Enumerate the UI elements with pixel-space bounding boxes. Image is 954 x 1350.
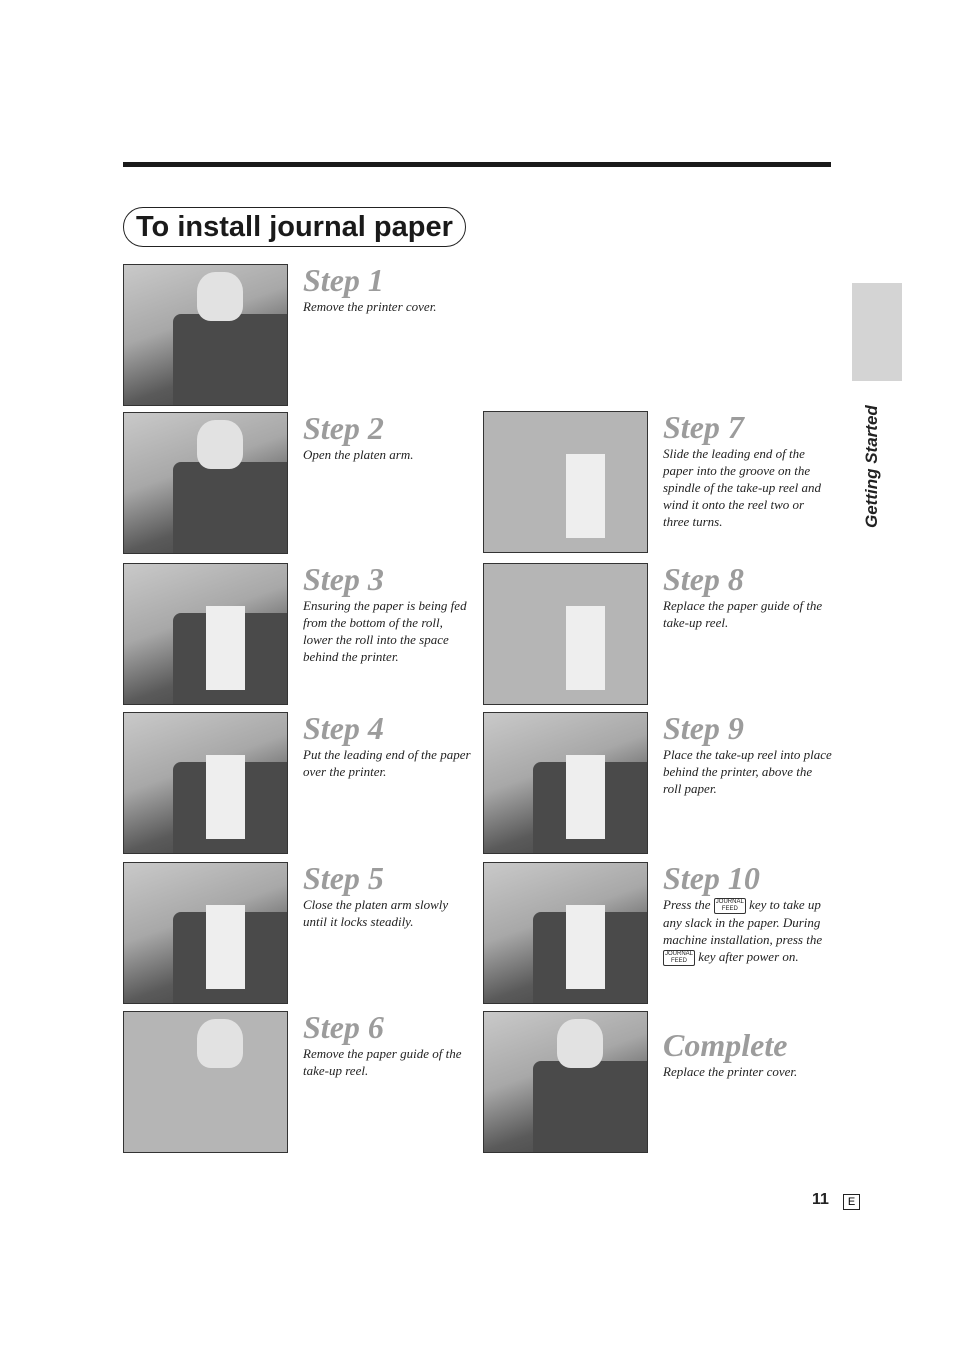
journal-feed-key-icon: JOURNAL FEED — [713, 898, 746, 915]
step-description: Place the take-up reel into place behind… — [663, 747, 832, 796]
step-7-photo — [483, 411, 648, 553]
step-8-photo — [483, 563, 648, 705]
step-description: Slide the leading end of the paper into … — [663, 446, 822, 529]
step-title: Step 1 — [303, 262, 384, 298]
journal-feed-key-icon: JOURNAL FEED — [663, 950, 696, 967]
step-description: Replace the printer cover. — [663, 1064, 798, 1079]
step-2: Step 2 Open the platen arm. — [123, 410, 483, 554]
step-9: Step 9 Place the take-up reel into place… — [483, 710, 843, 854]
step-title: Step 4 — [303, 710, 384, 746]
step-9-photo — [483, 712, 648, 854]
step-description: Press the JOURNAL FEED key to take up any… — [663, 897, 823, 967]
step-description: Remove the printer cover. — [303, 299, 437, 314]
step-4-photo — [123, 712, 288, 854]
step-title: Step 10 — [663, 860, 760, 896]
page-number: 11 — [812, 1191, 829, 1208]
step-title: Step 3 — [303, 561, 384, 597]
step-2-photo — [123, 412, 288, 554]
step-title: Step 5 — [303, 860, 384, 896]
step-description: Put the leading end of the paper over th… — [303, 747, 471, 779]
step-1-photo — [123, 264, 288, 406]
step-description: Replace the paper guide of the take-up r… — [663, 598, 823, 630]
step-title: Step 6 — [303, 1009, 384, 1045]
step-title: Step 8 — [663, 561, 744, 597]
section-tab — [852, 283, 902, 381]
step-title: Complete — [663, 1027, 788, 1063]
step-6: Step 6 Remove the paper guide of the tak… — [123, 1009, 483, 1153]
step-description: Close the platen arm slowly until it loc… — [303, 897, 449, 929]
language-marker: E — [843, 1194, 860, 1210]
section-label: Getting Started — [852, 388, 881, 528]
complete-photo — [483, 1011, 648, 1153]
step-5: Step 5 Close the platen arm slowly until… — [123, 860, 483, 1004]
step-7: Step 7 Slide the leading end of the pape… — [483, 409, 843, 553]
step-title: Step 2 — [303, 410, 384, 446]
step-description: Remove the paper guide of the take-up re… — [303, 1046, 462, 1078]
step-3-photo — [123, 563, 288, 705]
step-5-photo — [123, 862, 288, 1004]
page-title: To install journal paper — [123, 207, 466, 247]
step-1: Step 1 Remove the printer cover. — [123, 262, 483, 406]
step-10-photo — [483, 862, 648, 1004]
step-title: Step 7 — [663, 409, 744, 445]
step-10: Step 10 Press the JOURNAL FEED key to tak… — [483, 860, 843, 1004]
section-label-text: Getting Started — [862, 405, 881, 528]
step-complete: Complete Replace the printer cover. — [483, 1011, 843, 1153]
step-description: Open the platen arm. — [303, 447, 414, 462]
step-title: Step 9 — [663, 710, 744, 746]
top-rule — [123, 162, 831, 167]
step-description: Ensuring the paper is being fed from the… — [303, 598, 467, 664]
step-4: Step 4 Put the leading end of the paper … — [123, 710, 483, 854]
step-6-photo — [123, 1011, 288, 1153]
step-3: Step 3 Ensuring the paper is being fed f… — [123, 561, 483, 705]
step-8: Step 8 Replace the paper guide of the ta… — [483, 561, 843, 705]
